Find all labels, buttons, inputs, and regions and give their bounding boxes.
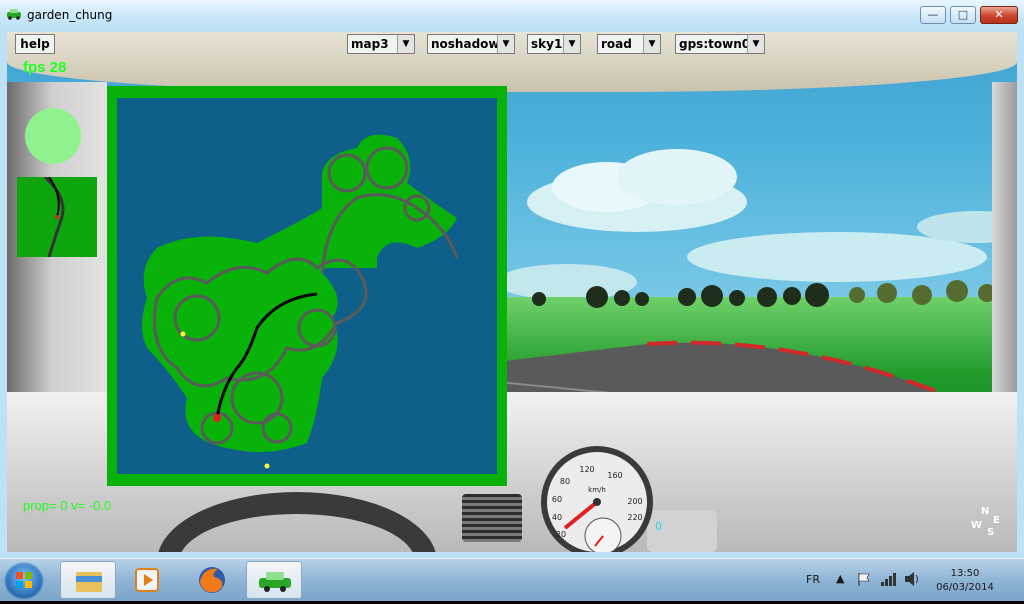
chevron-down-icon: ▼ [397,35,414,53]
speed-tick: 220 [627,513,642,522]
flag-icon[interactable] [856,571,872,587]
window-title: garden_chung [27,8,113,22]
window-frame-left [0,32,7,552]
chevron-down-icon: ▼ [497,35,514,53]
game-viewport[interactable]: help map3 ▼ noshadow ▼ sky1 ▼ road ▼ gps… [7,32,1017,552]
gps-select[interactable]: gps:town0 ▼ [675,34,765,54]
sky-select-value: sky1 [531,37,563,51]
help-button[interactable]: help [15,34,55,54]
status-readout: prop= 0 v= -0.0 [23,498,112,513]
taskbar: FR ▲ 13:50 06/03/2014 [0,558,1024,601]
clock[interactable]: 13:50 06/03/2014 [930,567,1000,595]
chevron-down-icon: ▼ [747,35,764,53]
windows-logo-icon [16,572,32,588]
volume-icon[interactable] [904,571,922,587]
minimize-button[interactable]: — [920,6,946,24]
firefox-icon [199,567,225,593]
clock-time: 13:50 [950,568,980,579]
maximize-button[interactable]: □ [950,6,976,24]
close-icon: ✕ [994,8,1004,21]
maximize-icon: □ [957,8,969,21]
close-button[interactable]: ✕ [980,6,1018,24]
speed-tick: 20 [556,530,566,539]
tree-line [532,280,996,308]
network-icon[interactable] [880,571,898,587]
gear-readout: 0 [655,520,662,533]
speedometer: 20 40 60 80 120 160 200 220 km/h [541,446,653,552]
speed-unit: km/h [588,486,606,494]
speed-tick: 60 [552,495,562,504]
language-indicator[interactable]: FR [806,573,820,586]
overview-map[interactable] [117,98,497,474]
taskbar-explorer[interactable] [60,561,116,599]
minimap [17,177,97,257]
start-button[interactable] [4,562,44,600]
speed-tick: 160 [607,471,622,480]
map-select[interactable]: map3 ▼ [347,34,415,54]
radar [25,108,81,164]
gps-select-value: gps:town0 [679,37,751,51]
taskbar-media-player[interactable] [120,561,176,599]
surface-select-value: road [601,37,632,51]
taskbar-firefox[interactable] [184,561,240,599]
chevron-down-icon: ▼ [643,35,660,53]
sky-select[interactable]: sky1 ▼ [527,34,581,54]
compass: N E W S [971,506,1000,538]
air-vent [462,494,522,542]
speed-tick: 80 [560,477,570,486]
shadow-select-value: noshadow [431,37,500,51]
window-frame-right [1017,32,1024,552]
speed-tick: 120 [579,465,594,474]
window-titlebar[interactable]: garden_chung — □ ✕ [0,0,1024,32]
speed-tick: 200 [627,497,642,506]
speed-tick: 40 [552,513,562,522]
clock-date: 06/03/2014 [936,582,994,593]
folder-icon [76,572,102,592]
taskbar-garden-chung[interactable] [246,561,302,599]
minimize-icon: — [927,8,939,21]
fps-counter: fps 28 [23,59,67,76]
chevron-up-icon[interactable]: ▲ [836,572,844,585]
media-player-icon [135,568,159,592]
chevron-down-icon: ▼ [563,35,580,53]
car-icon [7,9,21,20]
surface-select[interactable]: road ▼ [597,34,661,54]
car-pillar-right [992,82,1017,422]
shadow-select[interactable]: noshadow ▼ [427,34,515,54]
map-select-value: map3 [351,37,389,51]
car-icon [259,572,291,592]
